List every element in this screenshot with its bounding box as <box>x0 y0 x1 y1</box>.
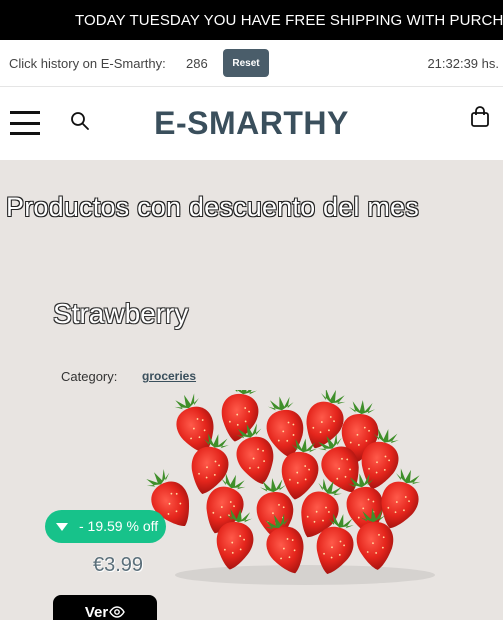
reset-button[interactable]: Reset <box>223 49 269 77</box>
promo-text: TODAY TUESDAY YOU HAVE FREE SHIPPING WIT… <box>75 12 503 29</box>
product-price: €3.99 <box>93 554 144 576</box>
click-history-bar: Click history on E-Smarthy: 286 Reset 21… <box>0 40 503 87</box>
clock: 21:32:39 hs. <box>427 56 499 71</box>
history-count: 286 <box>186 56 208 71</box>
product-name: Strawberry <box>53 298 189 329</box>
view-label: Ver <box>84 603 109 620</box>
strawberry-image <box>146 390 435 585</box>
discount-text: - 19.59 % off <box>79 518 159 534</box>
category-label: Category: <box>61 369 118 384</box>
brand-logo[interactable]: E-SMARTHY <box>0 105 503 142</box>
caret-down-icon <box>56 523 68 531</box>
promo-banner: TODAY TUESDAY YOU HAVE FREE SHIPPING WIT… <box>0 0 503 40</box>
shopping-bag-icon[interactable] <box>470 106 490 133</box>
section-title: Productos con descuento del mes <box>6 192 419 222</box>
history-label: Click history on E-Smarthy: <box>9 56 166 71</box>
discount-badge: - 19.59 % off <box>45 510 166 543</box>
site-header: E-SMARTHY <box>0 87 503 160</box>
category-link[interactable]: groceries <box>142 369 196 383</box>
view-product-button[interactable]: Ver <box>53 595 157 620</box>
eye-icon <box>109 605 125 618</box>
